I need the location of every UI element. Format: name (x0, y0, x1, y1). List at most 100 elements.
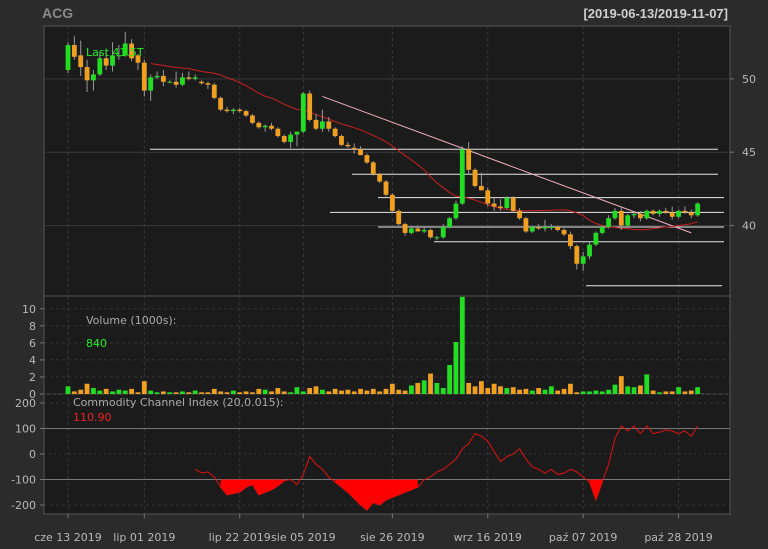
volume-bar (180, 391, 185, 394)
volume-bar (383, 388, 389, 394)
candle-body (167, 81, 173, 83)
candle-body (326, 121, 332, 129)
volume-bar (428, 373, 433, 394)
volume-bar (657, 392, 662, 394)
candle-body (421, 229, 427, 232)
volume-bar (580, 391, 586, 394)
candle-body (688, 212, 694, 216)
volume-bar (103, 388, 109, 394)
candle-body (409, 228, 414, 233)
volume-title: Volume (1000s): (86, 314, 176, 327)
x-tick-label: paź 28 2019 (644, 531, 712, 544)
volume-last-value: 840 (86, 337, 107, 350)
volume-bar (65, 386, 71, 394)
candle-body (230, 109, 236, 112)
volume-tick-label: 4 (29, 354, 36, 367)
volume-bar (135, 392, 141, 394)
volume-bar (389, 383, 395, 394)
candle-body (682, 210, 688, 213)
volume-bar (568, 383, 573, 394)
cci-tick-label: -100 (11, 474, 36, 487)
volume-bar (129, 388, 134, 394)
volume-bar (262, 389, 268, 394)
volume-bar (644, 374, 650, 394)
volume-bar (498, 386, 503, 394)
x-tick-label: lip 01 2019 (113, 531, 175, 544)
volume-bar (192, 390, 198, 394)
candle-body (466, 149, 472, 170)
volume-bar (415, 382, 421, 394)
volume-bar (167, 392, 173, 394)
volume-bar (211, 388, 217, 394)
volume-bar (631, 387, 637, 394)
volume-bar (199, 392, 204, 394)
candle-body (574, 246, 580, 264)
volume-bar (370, 388, 376, 394)
candle-body (78, 55, 84, 68)
candle-body (243, 111, 249, 116)
candle-body (389, 194, 395, 211)
volume-bar (695, 387, 701, 394)
volume-bar (110, 391, 115, 394)
volume-bar (523, 388, 529, 394)
candle-body (84, 67, 90, 81)
volume-bar (561, 388, 567, 394)
candle-body (561, 229, 567, 235)
candle-body (313, 119, 319, 129)
candle-body (479, 185, 484, 191)
volume-bar (459, 296, 465, 394)
candle-body (695, 203, 701, 216)
candle-body (224, 109, 230, 112)
volume-bar (491, 383, 497, 394)
candle-body (205, 83, 211, 85)
x-tick-label: sie 26 2019 (360, 531, 425, 544)
candle-body (650, 210, 656, 214)
volume-tick-label: 2 (29, 371, 36, 384)
candle-body (250, 115, 255, 123)
candle-body (358, 149, 363, 156)
candle-body (396, 210, 402, 225)
volume-bar (421, 380, 427, 394)
volume-bar (116, 389, 122, 394)
volume-bar (320, 389, 325, 394)
volume-bar (453, 342, 459, 394)
candle-body (269, 125, 274, 129)
candle-body (510, 197, 516, 211)
volume-bar (300, 391, 306, 394)
volume-bar (288, 392, 293, 394)
volume-bar (97, 390, 103, 394)
x-tick-label: wrz 16 2019 (454, 531, 522, 544)
volume-bar (510, 387, 516, 394)
volume-bar (224, 392, 230, 394)
volume-tick-label: 6 (29, 337, 36, 350)
date-range: [2019-06-13/2019-11-07] (583, 6, 728, 21)
candle-body (402, 224, 408, 233)
candle-body (447, 218, 452, 228)
volume-panel (43, 295, 731, 395)
volume-bar (237, 392, 243, 394)
volume-bar (358, 388, 363, 394)
price-tick-label: 45 (742, 146, 756, 159)
candle-body (485, 190, 491, 204)
candle-body (161, 75, 166, 82)
candle-body (97, 58, 103, 75)
volume-bar (141, 381, 147, 394)
candle-body (218, 97, 224, 110)
volume-bar (555, 390, 561, 394)
volume-bar (294, 387, 300, 394)
volume-bar (205, 392, 211, 394)
volume-bar (243, 391, 249, 394)
volume-bar (345, 389, 351, 394)
candle-body (625, 215, 631, 226)
volume-bar (84, 383, 90, 394)
candle-body (434, 237, 440, 239)
candle-body (644, 210, 650, 219)
volume-bar (587, 391, 592, 394)
candle-body (364, 155, 370, 163)
candle-body (237, 109, 243, 112)
volume-bar (599, 391, 605, 394)
volume-tick-label: 10 (22, 303, 36, 316)
volume-bar (402, 390, 408, 394)
volume-bar (479, 381, 484, 394)
candle-body (599, 227, 605, 233)
